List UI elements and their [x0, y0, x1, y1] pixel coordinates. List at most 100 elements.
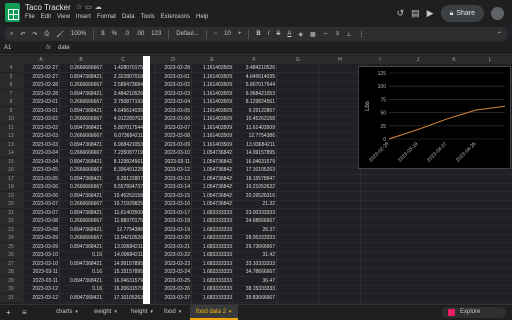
cell-value[interactable]: 1.161403509 — [192, 141, 232, 149]
cell-value[interactable]: 1.683333333 — [192, 209, 232, 217]
undo-icon[interactable]: ↶ — [20, 31, 25, 38]
cell-cumulative[interactable]: 21.32 — [233, 200, 275, 208]
cell-value[interactable]: 0.8947368421 — [60, 192, 102, 200]
cell-value[interactable]: 1.161403509 — [192, 81, 232, 89]
cell-cumulative[interactable]: 12.7754386 — [103, 226, 143, 234]
column-header-j[interactable]: J — [400, 57, 436, 63]
cell-cumulative[interactable]: 19.21052632 — [233, 183, 275, 191]
cell-cumulative[interactable]: 23.00333333 — [233, 209, 275, 217]
cell-date[interactable]: 2023-03-08 — [24, 226, 58, 234]
cell-date[interactable]: 2023-03-27 — [156, 294, 190, 302]
cell-value[interactable]: 1.054736842 — [192, 166, 232, 174]
column-header-l[interactable]: L — [472, 57, 508, 63]
cell-value[interactable]: 0.8947368421 — [60, 209, 102, 217]
cell-value[interactable]: 0.2666666667 — [60, 115, 102, 123]
italic-button[interactable]: I — [268, 31, 270, 37]
column-header-d[interactable]: D — [156, 57, 190, 63]
sheets-logo-icon[interactable] — [5, 3, 20, 22]
cell-value[interactable]: 1.683333333 — [192, 234, 232, 242]
formula-input[interactable]: date — [58, 45, 70, 51]
cell-value[interactable]: 1.683333333 — [192, 268, 232, 276]
cell-date[interactable]: 2023-03-20 — [156, 234, 190, 242]
cell-cumulative[interactable]: 13.93684211 — [233, 141, 275, 149]
row-number[interactable]: 13 — [0, 140, 22, 149]
cell-value[interactable]: 0.8947368421 — [60, 158, 102, 166]
cell-value[interactable]: 0.2666666667 — [60, 98, 102, 106]
cell-date[interactable]: 2023-03-18 — [156, 217, 190, 225]
cell-date[interactable]: 2023-03-01 — [156, 73, 190, 81]
cell-value[interactable]: 0.8947368421 — [60, 124, 102, 132]
cell-cumulative[interactable]: 5.807017544 — [103, 124, 143, 132]
cell-date[interactable]: 2023-03-21 — [156, 243, 190, 251]
cell-date[interactable]: 2023-03-03 — [156, 90, 190, 98]
spreadsheet-grid[interactable]: A B C D E F G H I J K L 4 2023-02-27 0.266… — [0, 56, 512, 304]
cell-cumulative[interactable]: 8.129824561 — [103, 158, 143, 166]
cell-value[interactable]: 1.054736842 — [192, 183, 232, 191]
row-number[interactable]: 19 — [0, 191, 22, 200]
cell-date[interactable]: 2023-03-19 — [156, 226, 190, 234]
column-header-e[interactable]: E — [192, 57, 232, 63]
cell-cumulative[interactable]: 4.645614035 — [103, 107, 143, 115]
align-icon[interactable]: ≡ — [336, 31, 340, 37]
row-number[interactable]: 30 — [0, 285, 22, 293]
tab-charts[interactable]: charts ▾ — [56, 309, 78, 315]
strikethrough-button[interactable]: S — [276, 31, 280, 37]
cell-date[interactable]: 2023-03-11 — [156, 158, 190, 166]
cell-date[interactable]: 2023-03-11 — [24, 268, 58, 276]
cell-date[interactable]: 2023-03-25 — [156, 277, 190, 285]
cell-date[interactable]: 2023-03-02 — [156, 81, 190, 89]
cell-date[interactable]: 2023-03-01 — [24, 98, 58, 106]
cell-value[interactable]: 0.2666666667 — [60, 234, 102, 242]
cell-date[interactable]: 2023-02-28 — [24, 90, 58, 98]
cell-cumulative[interactable]: 5.807017544 — [233, 81, 275, 89]
cell-value[interactable]: 1.161403509 — [192, 115, 232, 123]
number-format-button[interactable]: 123 — [151, 31, 161, 37]
cell-cumulative[interactable]: 13.04210526 — [103, 234, 143, 242]
cell-cumulative[interactable]: 16.04631579 — [233, 158, 275, 166]
cell-value[interactable]: 1.161403509 — [192, 73, 232, 81]
cell-value[interactable]: 0.8947368421 — [60, 141, 102, 149]
cell-cumulative[interactable]: 16.04631579 — [103, 277, 143, 285]
cell-cumulative[interactable]: 13.93684211 — [103, 243, 143, 251]
row-number[interactable]: 18 — [0, 183, 22, 191]
redo-icon[interactable]: ↷ — [32, 31, 37, 38]
print-icon[interactable]: ⎙ — [44, 31, 49, 38]
cell-date[interactable]: 2023-03-12 — [156, 166, 190, 174]
cell-value[interactable]: 0.2666666667 — [60, 217, 102, 225]
tab-height[interactable]: height ▾ — [131, 309, 153, 315]
menu-help[interactable]: Help — [196, 14, 208, 20]
cell-date[interactable]: 2023-03-05 — [156, 107, 190, 115]
font-size-increase-button[interactable]: + — [238, 31, 242, 37]
cell-cumulative[interactable]: 2.322807018 — [103, 73, 143, 81]
cell-value[interactable]: 0.2666666667 — [60, 132, 102, 140]
column-header-a[interactable]: A — [24, 57, 58, 63]
cell-cumulative[interactable]: 20.26526316 — [233, 192, 275, 200]
comment-icon[interactable]: ▤ — [411, 8, 420, 19]
cell-cumulative[interactable]: 39.83666667 — [233, 294, 275, 302]
row-number[interactable]: 5 — [0, 72, 22, 81]
folder-move-icon[interactable]: ▭ — [85, 4, 95, 11]
cell-date[interactable]: 2023-03-04 — [156, 98, 190, 106]
cell-cumulative[interactable]: 34.78666667 — [233, 268, 275, 276]
menu-extensions[interactable]: Extensions — [161, 14, 190, 20]
share-button[interactable]: 🔒︎ Share — [440, 4, 484, 22]
cell-date[interactable]: 2023-03-03 — [24, 132, 58, 140]
cell-date[interactable]: 2023-03-16 — [156, 200, 190, 208]
cell-value[interactable]: 0.8947368421 — [60, 107, 102, 115]
collapse-toolbar-icon[interactable]: ⌃ — [497, 31, 502, 38]
cell-cumulative[interactable]: 14.99157895 — [233, 149, 275, 157]
cell-cumulative[interactable]: 12.7754386 — [233, 132, 275, 140]
row-number[interactable]: 21 — [0, 208, 22, 217]
cell-value[interactable]: 1.054736842 — [192, 149, 232, 157]
cell-date[interactable]: 2023-03-13 — [156, 175, 190, 183]
merge-icon[interactable]: ⇔ — [323, 31, 329, 37]
cell-date[interactable]: 2023-03-10 — [24, 260, 58, 268]
cell-date[interactable]: 2023-02-28 — [24, 81, 58, 89]
cell-date[interactable]: 2023-03-12 — [24, 294, 58, 302]
row-number[interactable]: 27 — [0, 259, 22, 268]
cell-value[interactable]: 0.8947368421 — [60, 260, 102, 268]
cell-date[interactable]: 2023-02-28 — [156, 64, 190, 72]
cell-cumulative[interactable]: 4.912280702 — [103, 115, 143, 123]
cell-cumulative[interactable]: 9.29122807 — [233, 107, 275, 115]
cloud-status-icon[interactable]: ☁ — [95, 4, 105, 11]
